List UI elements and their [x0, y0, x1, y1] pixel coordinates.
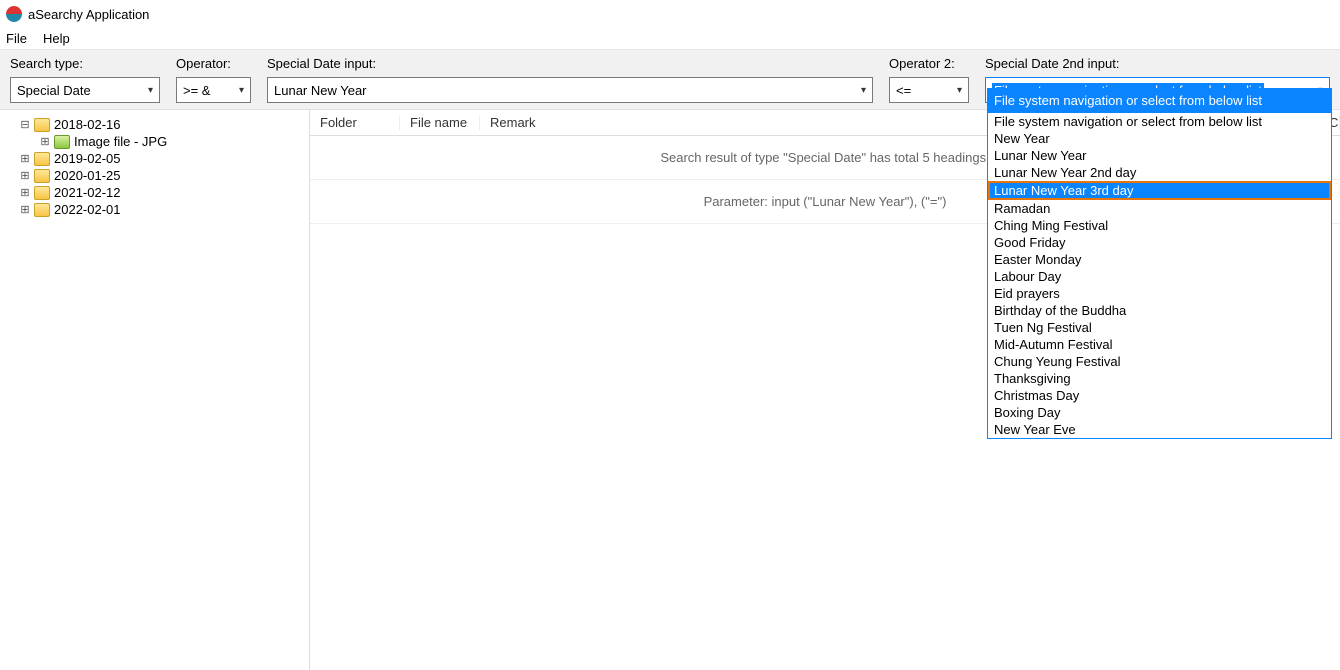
search-type-label: Search type:: [10, 56, 160, 71]
col-folder[interactable]: Folder: [310, 115, 400, 130]
special-date-2nd-dropdown[interactable]: File system navigation or select from be…: [987, 88, 1332, 439]
dropdown-option[interactable]: Thanksgiving: [988, 370, 1331, 387]
operator2-value: <=: [896, 83, 911, 98]
menu-bar: File Help: [0, 28, 1340, 50]
tree-item-label: 2021-02-12: [54, 185, 121, 200]
app-title: aSearchy Application: [28, 7, 149, 22]
dropdown-option[interactable]: Lunar New Year: [988, 147, 1331, 164]
chevron-down-icon: ▾: [239, 85, 244, 96]
image-file-icon: [54, 135, 70, 149]
operator2-group: Operator 2: <= ▾: [889, 56, 969, 103]
col-file[interactable]: File name: [400, 115, 480, 130]
dropdown-option[interactable]: Mid-Autumn Festival: [988, 336, 1331, 353]
tree-item-label: 2022-02-01: [54, 202, 121, 217]
dropdown-option[interactable]: New Year Eve: [988, 421, 1331, 438]
special-date-2nd-input-label: Special Date 2nd input:: [985, 56, 1330, 71]
menu-help[interactable]: Help: [43, 31, 70, 46]
dropdown-option[interactable]: Ramadan: [988, 200, 1331, 217]
dropdown-list[interactable]: File system navigation or select from be…: [988, 113, 1331, 438]
dropdown-option[interactable]: Christmas Day: [988, 387, 1331, 404]
tree-item-label: 2018-02-16: [54, 117, 121, 132]
expand-toggle-icon[interactable]: ⊞: [40, 135, 50, 148]
dropdown-option[interactable]: Eid prayers: [988, 285, 1331, 302]
dropdown-option[interactable]: Labour Day: [988, 268, 1331, 285]
dropdown-option[interactable]: Lunar New Year 2nd day: [988, 164, 1331, 181]
menu-file[interactable]: File: [6, 31, 27, 46]
dropdown-option[interactable]: Good Friday: [988, 234, 1331, 251]
operator-value: >= &: [183, 83, 210, 98]
expand-toggle-icon[interactable]: ⊞: [20, 186, 30, 199]
tree-item-label: 2020-01-25: [54, 168, 121, 183]
dropdown-option[interactable]: Easter Monday: [988, 251, 1331, 268]
dropdown-option[interactable]: Ching Ming Festival: [988, 217, 1331, 234]
tree-item[interactable]: ⊞ 2022-02-01: [4, 201, 305, 218]
expand-toggle-icon[interactable]: ⊞: [20, 169, 30, 182]
special-date-input-group: Special Date input: Lunar New Year ▾: [267, 56, 873, 103]
operator-label: Operator:: [176, 56, 251, 71]
folder-icon: [34, 169, 50, 183]
search-type-group: Search type: Special Date ▾: [10, 56, 160, 103]
operator2-label: Operator 2:: [889, 56, 969, 71]
chevron-down-icon: ▾: [861, 85, 866, 96]
expand-toggle-icon[interactable]: ⊞: [20, 152, 30, 165]
special-date-input[interactable]: Lunar New Year ▾: [267, 77, 873, 103]
tree-item-label: Image file - JPG: [74, 134, 167, 149]
dropdown-filter-input[interactable]: [988, 89, 1331, 113]
app-icon: [6, 6, 22, 22]
tree-item-label: 2019-02-05: [54, 151, 121, 166]
folder-icon: [34, 118, 50, 132]
operator2-select[interactable]: <= ▾: [889, 77, 969, 103]
search-type-select[interactable]: Special Date ▾: [10, 77, 160, 103]
folder-tree[interactable]: ⊟2018-02-16⊞Image file - JPG⊞2019-02-05⊞…: [0, 110, 310, 670]
tree-item[interactable]: ⊟ 2018-02-16: [4, 116, 305, 133]
tree-item[interactable]: ⊞ Image file - JPG: [4, 133, 305, 150]
tree-item[interactable]: ⊞ 2021-02-12: [4, 184, 305, 201]
expand-toggle-icon[interactable]: ⊞: [20, 203, 30, 216]
dropdown-option[interactable]: Boxing Day: [988, 404, 1331, 421]
folder-icon: [34, 152, 50, 166]
expand-toggle-icon[interactable]: ⊟: [20, 118, 30, 131]
folder-icon: [34, 186, 50, 200]
operator-group: Operator: >= & ▾: [176, 56, 251, 103]
dropdown-option[interactable]: Chung Yeung Festival: [988, 353, 1331, 370]
dropdown-option[interactable]: Tuen Ng Festival: [988, 319, 1331, 336]
operator-select[interactable]: >= & ▾: [176, 77, 251, 103]
folder-icon: [34, 203, 50, 217]
dropdown-option[interactable]: Lunar New Year 3rd day: [988, 181, 1331, 200]
dropdown-option[interactable]: Birthday of the Buddha: [988, 302, 1331, 319]
chevron-down-icon: ▾: [957, 85, 962, 96]
special-date-input-label: Special Date input:: [267, 56, 873, 71]
chevron-down-icon: ▾: [148, 85, 153, 96]
dropdown-option[interactable]: New Year: [988, 130, 1331, 147]
special-date-input-value: Lunar New Year: [274, 83, 367, 98]
tree-item[interactable]: ⊞ 2019-02-05: [4, 150, 305, 167]
dropdown-option[interactable]: File system navigation or select from be…: [988, 113, 1331, 130]
tree-item[interactable]: ⊞ 2020-01-25: [4, 167, 305, 184]
search-type-value: Special Date: [17, 83, 91, 98]
title-bar: aSearchy Application: [0, 0, 1340, 28]
